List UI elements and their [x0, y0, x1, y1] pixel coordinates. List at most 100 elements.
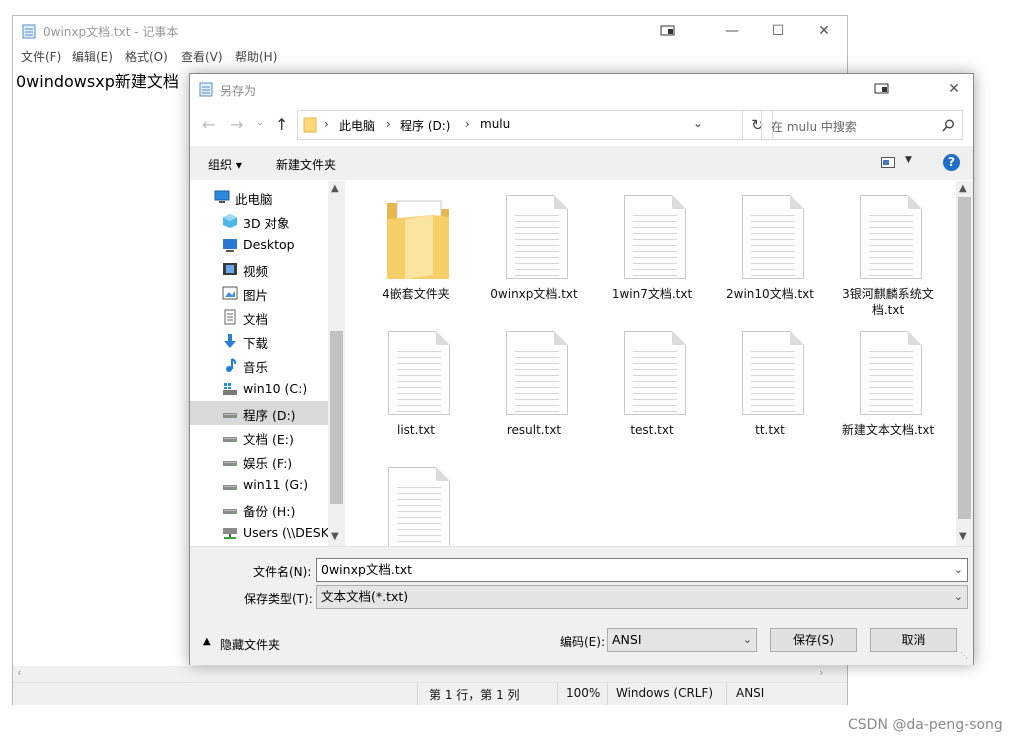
- notepad-text-content[interactable]: 0windowsxp新建文档: [16, 68, 179, 92]
- scroll-up-icon[interactable]: ▲: [331, 183, 339, 194]
- text-file-icon: [506, 331, 568, 415]
- sidebar-item-9[interactable]: 程序 (D:): [190, 401, 328, 425]
- close-button[interactable]: ✕: [801, 16, 847, 46]
- video-icon: [222, 261, 238, 277]
- view-options-icon[interactable]: [881, 157, 895, 169]
- sidebar-item-2[interactable]: Desktop: [190, 233, 328, 257]
- minimize-button[interactable]: —: [709, 16, 755, 46]
- search-input[interactable]: 在 mulu 中搜索: [761, 110, 963, 140]
- sidebar-item-14[interactable]: Users (\\DESKT: [190, 521, 336, 545]
- new-folder-button[interactable]: 新建文件夹: [276, 156, 336, 173]
- filename-input[interactable]: 0winxp文档.txt ⌄: [316, 558, 968, 582]
- sidebar-item-label: 视频: [243, 264, 269, 279]
- save-button[interactable]: 保存(S): [770, 628, 857, 652]
- drive-icon: [222, 477, 238, 493]
- computer-icon: [214, 189, 230, 205]
- sidebar-item-label: Users (\\DESKT: [243, 525, 336, 540]
- menu-file[interactable]: 文件(F): [21, 48, 61, 65]
- organize-button[interactable]: 组织 ▾: [208, 156, 242, 173]
- up-arrow-icon[interactable]: ↑: [275, 115, 288, 134]
- menu-view[interactable]: 查看(V): [181, 48, 223, 65]
- sidebar-item-4[interactable]: 图片: [190, 281, 328, 305]
- back-arrow-icon[interactable]: ←: [202, 115, 215, 134]
- help-icon[interactable]: ?: [943, 154, 960, 171]
- navigation-scroll-thumb[interactable]: [330, 331, 343, 504]
- file-item[interactable]: result.txt: [479, 325, 589, 455]
- file-item[interactable]: 坐标表.txt: [361, 461, 471, 546]
- file-list[interactable]: 4嵌套文件夹 0winxp文档.txt 1win7文档.txt 2win10文档.tx…: [346, 181, 956, 546]
- notepad-horizontal-scrollbar[interactable]: ‹ ›: [13, 666, 847, 682]
- resize-grip-icon[interactable]: ⋱: [960, 651, 968, 660]
- scroll-down-icon[interactable]: ▼: [959, 531, 967, 542]
- sidebar-item-10[interactable]: 文档 (E:): [190, 425, 328, 449]
- notepad-statusbar: 第 1 行，第 1 列 100% Windows (CRLF) ANSI: [13, 682, 847, 705]
- filename-dropdown-chevron-icon[interactable]: ⌄: [954, 559, 963, 581]
- file-item[interactable]: 3银河麒麟系统文档.txt: [833, 189, 943, 319]
- maximize-button[interactable]: ☐: [755, 16, 801, 46]
- folder-icon: [303, 117, 317, 133]
- notepad-icon: [199, 82, 213, 97]
- scroll-right-icon[interactable]: ›: [819, 666, 823, 679]
- file-item[interactable]: 2win10文档.txt: [715, 189, 825, 319]
- file-item[interactable]: 1win7文档.txt: [597, 189, 707, 319]
- scroll-left-icon[interactable]: ‹: [17, 666, 21, 679]
- file-item[interactable]: 0winxp文档.txt: [479, 189, 589, 319]
- breadcrumb-drive-d[interactable]: 程序 (D:): [400, 117, 450, 134]
- address-history-chevron-icon[interactable]: ⌄: [693, 116, 703, 130]
- file-list-scroll-thumb[interactable]: [958, 197, 971, 519]
- recent-locations-chevron-icon[interactable]: ⌄: [256, 117, 264, 128]
- file-name: result.txt: [506, 423, 562, 437]
- breadcrumb-this-pc[interactable]: 此电脑: [339, 117, 375, 134]
- sidebar-item-8[interactable]: win10 (C:): [190, 377, 328, 401]
- file-name: 3银河麒麟系统文档.txt: [842, 287, 934, 317]
- filetype-chevron-icon[interactable]: ⌄: [954, 586, 963, 608]
- file-list-scrollbar[interactable]: ▲ ▼: [956, 181, 973, 546]
- menu-format[interactable]: 格式(O): [125, 48, 168, 65]
- notepad-titlebar[interactable]: 0winxp文档.txt - 记事本 — ☐ ✕: [13, 16, 847, 46]
- file-name: 新建文本文档.txt: [841, 423, 935, 437]
- file-item[interactable]: test.txt: [597, 325, 707, 455]
- filename-label: 文件名(N):: [253, 565, 312, 579]
- dialog-titlebar[interactable]: 另存为 ✕: [190, 74, 973, 104]
- file-name: test.txt: [630, 423, 674, 437]
- dialog-toolbar: 组织 ▾ 新建文件夹 ▼ ?: [190, 146, 973, 180]
- dialog-title: 另存为: [220, 84, 257, 98]
- sidebar-item-label: win10 (C:): [243, 381, 308, 396]
- sidebar-item-13[interactable]: 备份 (H:): [190, 497, 328, 521]
- drive-icon: [222, 453, 238, 469]
- sidebar-item-12[interactable]: win11 (G:): [190, 473, 328, 497]
- folder-item[interactable]: 4嵌套文件夹: [361, 189, 471, 319]
- sidebar-item-5[interactable]: 文档: [190, 305, 328, 329]
- dialog-close-button[interactable]: ✕: [935, 74, 973, 104]
- scroll-up-icon[interactable]: ▲: [959, 183, 967, 194]
- view-chevron-icon[interactable]: ▼: [905, 155, 912, 165]
- file-item[interactable]: 新建文本文档.txt: [833, 325, 943, 455]
- encoding-select[interactable]: ANSI ⌄: [607, 628, 757, 652]
- breadcrumb-mulu[interactable]: mulu: [480, 117, 510, 131]
- text-file-icon: [860, 331, 922, 415]
- cancel-button[interactable]: 取消: [870, 628, 957, 652]
- menu-edit[interactable]: 编辑(E): [72, 48, 113, 65]
- address-bar[interactable]: › 此电脑 › 程序 (D:) › mulu ⌄: [297, 110, 743, 140]
- hide-folders-button[interactable]: 隐藏文件夹: [220, 636, 280, 653]
- encoding-chevron-icon[interactable]: ⌄: [743, 629, 752, 651]
- filetype-select[interactable]: 文本文档(*.txt) ⌄: [316, 585, 968, 609]
- snap-layout-icon[interactable]: [859, 74, 905, 104]
- sidebar-item-label: 程序 (D:): [243, 408, 296, 423]
- file-item[interactable]: list.txt: [361, 325, 471, 455]
- scroll-down-icon[interactable]: ▼: [331, 531, 339, 542]
- file-name: 4嵌套文件夹: [382, 287, 450, 301]
- sidebar-item-6[interactable]: 下载: [190, 329, 328, 353]
- navigation-pane[interactable]: 此电脑 3D 对象 Desktop 视频图片 文档 下载 音乐 win10 (C:) 程序 (D…: [190, 181, 345, 546]
- file-item[interactable]: tt.txt: [715, 325, 825, 455]
- forward-arrow-icon[interactable]: →: [230, 115, 243, 134]
- snap-layout-icon[interactable]: [645, 16, 691, 46]
- sidebar-item-3[interactable]: 视频: [190, 257, 328, 281]
- collapse-chevron-icon[interactable]: ▲: [203, 636, 211, 647]
- sidebar-item-1[interactable]: 3D 对象: [190, 209, 328, 233]
- sidebar-item-7[interactable]: 音乐: [190, 353, 328, 377]
- menu-help[interactable]: 帮助(H): [235, 48, 277, 65]
- navigation-scrollbar[interactable]: ▲ ▼: [328, 181, 345, 546]
- sidebar-item-11[interactable]: 娱乐 (F:): [190, 449, 328, 473]
- sidebar-item-0[interactable]: 此电脑: [190, 185, 328, 209]
